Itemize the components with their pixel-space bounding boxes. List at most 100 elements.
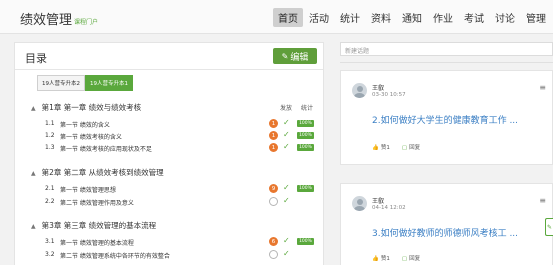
edit-button[interactable]: ✎ 编辑	[273, 48, 317, 64]
section-number: 2.2	[45, 198, 55, 205]
section-name[interactable]: 第一节 绩效管理思想	[60, 185, 116, 194]
section-row[interactable]: 1.2 第一节 绩效考核的含义 1 ✓ 100%	[15, 130, 323, 141]
edit-button-label: 编辑	[290, 52, 309, 63]
reply-label: 回复	[409, 145, 421, 151]
section-row[interactable]: 1.1 第一节 绩效的含义 1 ✓ 100%	[15, 118, 323, 129]
like-button[interactable]: 👍 赞1	[372, 143, 390, 151]
chapter-title: 第2章 第二章 从绩效考核到绩效管理	[41, 168, 164, 177]
check-icon: ✓	[283, 196, 290, 205]
column-publish: 发放	[280, 105, 293, 112]
post-author[interactable]: 王叡	[372, 83, 384, 92]
section-row[interactable]: 2.1 第一节 绩效管理思想 9 ✓ 100%	[15, 183, 323, 194]
section-name[interactable]: 第一节 绩效考核的含义	[60, 132, 122, 141]
catalog-title: 目录	[25, 52, 47, 65]
check-icon: ✓	[283, 236, 290, 245]
post-actions: 👍 赞1 ▢ 回复	[372, 254, 420, 262]
tab-class-2[interactable]: 19人营专升本2	[37, 75, 85, 91]
publish-count-badge[interactable]: 1	[269, 131, 278, 140]
like-button[interactable]: 👍 赞1	[372, 254, 390, 262]
tab-class-1[interactable]: 19人营专升本1	[85, 75, 133, 91]
section-name[interactable]: 第二节 绩效管理作用及意义	[60, 198, 134, 207]
section-name[interactable]: 第一节 绩效的含义	[60, 120, 110, 129]
nav-exam[interactable]: 考试	[459, 8, 489, 27]
nav-notice[interactable]: 通知	[397, 8, 427, 27]
section-row[interactable]: 1.3 第一节 绩效考核的应用现状及不足 1 ✓ 100%	[15, 142, 323, 153]
chapter-3[interactable]: ▲ 第3章 第三章 绩效管理的基本流程	[31, 220, 156, 231]
main-nav: 首页 活动 统计 资料 通知 作业 考试 讨论 管理	[272, 8, 551, 27]
chevron-down-icon[interactable]: ▲	[31, 170, 36, 177]
unpublished-circle[interactable]	[269, 250, 278, 259]
check-icon: ✓	[283, 183, 290, 192]
nav-homework[interactable]: 作业	[428, 8, 458, 27]
completion-badge: 100%	[297, 132, 314, 139]
check-icon: ✓	[283, 130, 290, 139]
chapter-title: 第3章 第三章 绩效管理的基本流程	[41, 221, 157, 230]
post-time: 03-30 10:57	[372, 92, 406, 98]
nav-statistics[interactable]: 统计	[335, 8, 365, 27]
section-row[interactable]: 3.2 第二节 绩效管理系统中各环节的有效整合 ✓	[15, 249, 323, 260]
publish-count-badge[interactable]: 1	[269, 143, 278, 152]
nav-manage[interactable]: 管理	[521, 8, 551, 27]
section-number: 3.2	[45, 251, 55, 258]
course-portal-label: 课程门户	[74, 19, 99, 26]
thumbs-up-icon: 👍	[372, 145, 379, 151]
reply-label: 回复	[409, 256, 421, 262]
menu-icon[interactable]: ≡	[539, 83, 546, 92]
unpublished-circle[interactable]	[269, 197, 278, 206]
section-row[interactable]: 3.1 第一节 绩效管理的基本流程 6 ✓ 100%	[15, 236, 323, 247]
reply-button[interactable]: ▢ 回复	[402, 254, 420, 262]
section-name[interactable]: 第一节 绩效管理的基本流程	[60, 238, 134, 247]
nav-home[interactable]: 首页	[273, 8, 303, 27]
post-actions: 👍 赞1 ▢ 回复	[372, 143, 420, 151]
completion-badge: 100%	[297, 238, 314, 245]
reply-icon: ▢	[401, 256, 408, 262]
check-icon: ✓	[283, 249, 290, 258]
avatar[interactable]	[352, 83, 367, 98]
check-icon: ✓	[283, 118, 290, 127]
discussion-card[interactable]: 王叡 04-14 12:02 ≡ 3.如何做好教师的师德师风考核工 ... 👍 赞…	[340, 183, 553, 265]
section-number: 3.1	[45, 238, 55, 245]
section-number: 1.3	[45, 144, 55, 151]
section-name[interactable]: 第二节 绩效管理系统中各环节的有效整合	[60, 251, 170, 260]
course-title: 绩效管理	[20, 13, 73, 28]
catalog-panel: 目录 ✎ 编辑 19人营专升本2 19人营专升本1 发放 统计 ▲ 第1章 第一章…	[14, 42, 324, 265]
column-stats: 统计	[301, 105, 314, 112]
section-number: 2.1	[45, 185, 55, 192]
reply-icon: ▢	[401, 145, 408, 151]
post-time: 04-14 12:02	[372, 205, 406, 211]
check-icon: ✓	[283, 142, 290, 151]
menu-icon[interactable]: ≡	[539, 196, 546, 205]
nav-materials[interactable]: 资料	[366, 8, 396, 27]
floating-side-button[interactable]: ✎	[545, 218, 553, 236]
nav-activity[interactable]: 活动	[304, 8, 334, 27]
section-number: 1.1	[45, 120, 55, 127]
nav-discussion[interactable]: 讨论	[490, 8, 520, 27]
reply-button[interactable]: ▢ 回复	[402, 143, 420, 151]
chapter-1[interactable]: ▲ 第1章 第一章 绩效与绩效考核	[31, 102, 141, 113]
post-author[interactable]: 王叡	[372, 196, 384, 205]
avatar[interactable]	[352, 196, 367, 211]
chapter-title: 第1章 第一章 绩效与绩效考核	[41, 103, 142, 112]
chevron-down-icon[interactable]: ▲	[31, 105, 36, 112]
catalog-divider	[15, 69, 323, 70]
pencil-icon: ✎	[281, 51, 289, 61]
new-topic-input[interactable]: 新建话题	[340, 42, 553, 56]
course-logo[interactable]: 绩效管理 课程门户	[20, 9, 98, 28]
completion-badge: 100%	[297, 120, 314, 127]
post-title[interactable]: 3.如何做好教师的师德师风考核工 ...	[372, 226, 518, 239]
chevron-down-icon[interactable]: ▲	[31, 223, 36, 230]
completion-badge: 100%	[297, 144, 314, 151]
section-row[interactable]: 2.2 第二节 绩效管理作用及意义 ✓	[15, 196, 323, 207]
chapter-2[interactable]: ▲ 第2章 第二章 从绩效考核到绩效管理	[31, 167, 164, 178]
discussion-divider	[340, 62, 553, 63]
like-count: 赞1	[380, 256, 390, 262]
publish-count-badge[interactable]: 6	[269, 237, 278, 246]
discussion-card[interactable]: 王叡 03-30 10:57 ≡ 2.如何做好大学生的健康教育工作 ... 👍 赞…	[340, 70, 553, 165]
section-number: 1.2	[45, 132, 55, 139]
publish-count-badge[interactable]: 1	[269, 119, 278, 128]
class-tabs: 19人营专升本2 19人营专升本1	[37, 75, 133, 91]
section-name[interactable]: 第一节 绩效考核的应用现状及不足	[60, 144, 152, 153]
publish-count-badge[interactable]: 9	[269, 184, 278, 193]
post-title[interactable]: 2.如何做好大学生的健康教育工作 ...	[372, 113, 518, 126]
thumbs-up-icon: 👍	[372, 256, 379, 262]
